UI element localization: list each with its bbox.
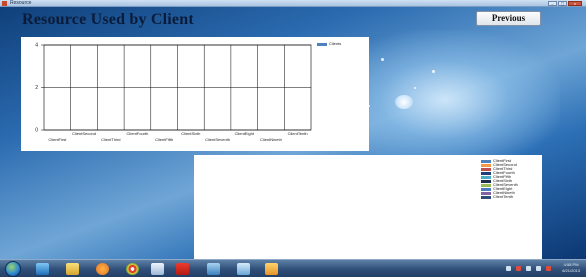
clock-date: 6/21/2013 — [562, 268, 580, 273]
x-tick-label: ClientFifth — [155, 137, 173, 142]
minimize-button[interactable]: – — [548, 1, 557, 6]
bar-chart: 0 2 4 ClientFirst ClientSecond ClientThird Cli… — [35, 43, 312, 142]
legend-label: Clients — [329, 41, 342, 46]
x-tick-label: ClientEight — [235, 131, 255, 136]
chrome-icon[interactable] — [126, 263, 139, 275]
media-player-icon[interactable] — [96, 263, 109, 275]
water-splash — [395, 95, 413, 109]
taskbar: 4:58 PM 6/21/2013 — [0, 259, 586, 277]
x-tick-label: ClientFourth — [127, 131, 149, 136]
tray-volume-icon[interactable] — [536, 266, 541, 271]
ie-icon[interactable] — [36, 263, 49, 275]
window-title: Resource — [10, 0, 32, 6]
water-drop — [381, 58, 384, 61]
tray-flag-icon[interactable] — [546, 266, 551, 271]
folder-icon[interactable] — [66, 263, 79, 275]
notepad-icon[interactable] — [151, 263, 164, 275]
app-window: Resource – ▢ x Resource Used by Client P… — [0, 0, 586, 259]
legend-swatch — [481, 191, 491, 195]
x-tick-label: ClientSixth — [181, 131, 200, 136]
system-tray: 4:58 PM 6/21/2013 — [466, 260, 586, 277]
files-icon[interactable] — [265, 263, 278, 275]
x-tick-label: ClientSecond — [72, 131, 96, 136]
network-icon[interactable] — [237, 263, 250, 275]
y-tick-label: 4 — [35, 43, 38, 49]
legend-swatch — [481, 171, 491, 175]
x-tick-label: ClientTenth — [288, 131, 308, 136]
pie-chart-legend: ClientFirst ClientSecond ClientThird Client… — [481, 159, 518, 199]
app-icon — [2, 1, 7, 6]
legend-swatch — [481, 163, 491, 167]
legend-label: ClientTenth — [493, 194, 514, 199]
legend-swatch — [481, 187, 491, 191]
water-drop — [432, 70, 435, 73]
pie-chart-panel: ClientFirst ClientSecond ClientThird Client… — [194, 155, 542, 259]
legend-swatch — [481, 179, 491, 183]
legend-swatch — [481, 195, 491, 199]
legend-swatch — [481, 175, 491, 179]
x-tick-label: ClientNineth — [260, 137, 282, 142]
bar-chart-panel: 0 2 4 ClientFirst ClientSecond ClientThird Cli… — [21, 37, 369, 151]
legend-swatch — [481, 159, 491, 163]
legend-swatch — [481, 167, 491, 171]
start-button[interactable] — [5, 261, 21, 277]
tray-security-icon[interactable] — [516, 266, 521, 271]
bar-chart-legend: Clients — [317, 42, 341, 46]
title-bar: Resource – ▢ x — [0, 0, 586, 7]
close-button[interactable]: x — [568, 1, 582, 6]
tray-network-icon[interactable] — [526, 266, 531, 271]
x-tick-label: ClientFirst — [48, 137, 67, 142]
y-tick-label: 0 — [35, 128, 38, 134]
previous-button[interactable]: Previous — [476, 11, 541, 26]
tray-arrow-icon[interactable] — [506, 266, 511, 271]
x-tick-label: ClientSeventh — [205, 137, 230, 142]
maximize-button[interactable]: ▢ — [558, 1, 567, 6]
legend-swatch — [317, 42, 327, 46]
clock[interactable]: 4:58 PM 6/21/2013 — [562, 262, 580, 274]
x-tick-label: ClientThird — [101, 137, 120, 142]
legend-swatch — [481, 183, 491, 187]
page-title: Resource Used by Client — [22, 11, 194, 28]
water-drop — [414, 87, 416, 89]
acrobat-icon[interactable] — [176, 263, 189, 275]
explorer-icon[interactable] — [207, 263, 220, 275]
pie-legend-item: ClientTenth — [481, 195, 518, 199]
y-tick-label: 2 — [35, 85, 38, 91]
